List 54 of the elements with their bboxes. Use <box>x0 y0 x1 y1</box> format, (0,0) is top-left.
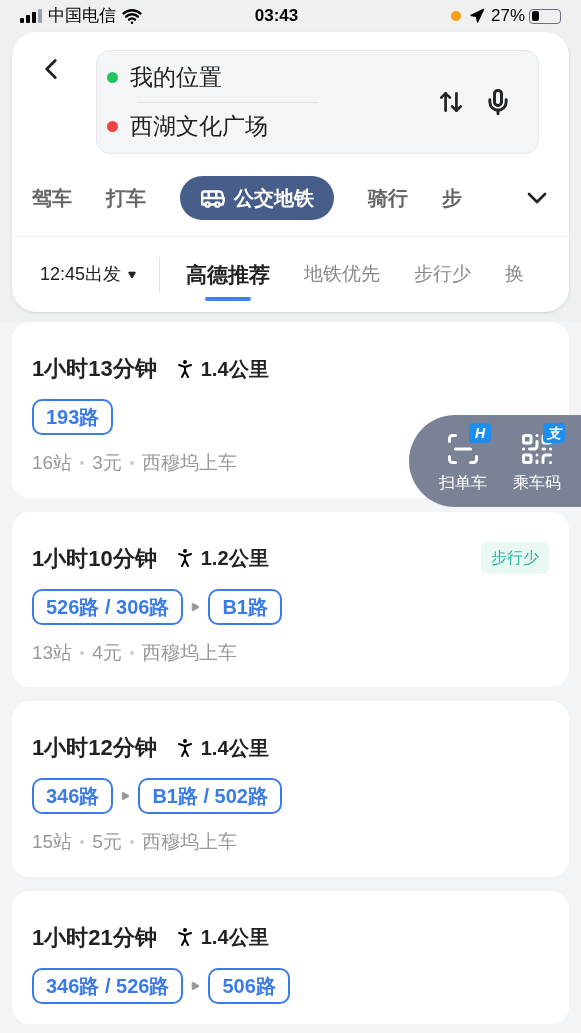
route-info-text: 5元 <box>92 830 122 854</box>
battery-icon <box>529 8 561 24</box>
duration-text: 1小时10分钟 <box>32 544 157 573</box>
transfer-arrow-icon <box>190 602 201 611</box>
route-info-text: 13站 <box>32 640 73 665</box>
wifi-icon <box>122 6 142 26</box>
transfer-arrow-icon <box>190 981 201 990</box>
route-info-text: 15站 <box>32 830 73 854</box>
bus-line-tag: 346路 / 526路 <box>32 967 184 1004</box>
destination-field[interactable]: 西湖文化广场 <box>130 109 268 144</box>
route-card[interactable]: 1小时21分钟 1.4公里 346路 / 526路 506路 <box>12 890 569 1024</box>
route-card[interactable]: 1小时10分钟 1.2公里 步行少 526路 / 306路 B1路 13站 4元 西穆坞上车 <box>12 511 569 687</box>
feature-tag: 步行少 <box>481 542 549 574</box>
departure-time-dropdown[interactable]: 12:45出发 <box>40 261 138 288</box>
sort-tab[interactable]: 高德推荐 <box>186 254 271 295</box>
transport-mode-tab[interactable]: 公交地铁 <box>180 176 334 220</box>
bus-line-tag: 526路 / 306路 <box>32 588 184 625</box>
clock-time: 03:43 <box>253 5 300 28</box>
walk-distance: 1.4公里 <box>200 356 269 382</box>
origin-field[interactable]: 我的位置 <box>130 60 222 95</box>
walk-distance: 1.4公里 <box>200 735 269 761</box>
sort-tab[interactable]: 步行少 <box>414 254 472 295</box>
app-badge: H <box>469 423 491 443</box>
transfer-arrow-icon <box>120 791 131 801</box>
sort-tab[interactable]: 换 <box>505 254 525 295</box>
route-info-text: 西穆坞上车 <box>141 830 237 854</box>
duration-text: 1小时12分钟 <box>32 734 157 762</box>
app-badge: 支 <box>543 423 565 443</box>
duration-text: 1小时13分钟 <box>32 355 157 383</box>
bus-line-tag: 193路 <box>32 399 114 435</box>
selected-tab-underline <box>205 296 252 301</box>
bus-line-tag: B1路 / 502路 <box>138 778 282 814</box>
bus-line-tag: 506路 <box>208 967 290 1004</box>
walk-distance: 1.4公里 <box>200 925 269 950</box>
bus-line-tag: 346路 <box>32 778 114 814</box>
transport-mode-tab[interactable]: 步 <box>442 183 462 213</box>
dropdown-caret-icon <box>127 270 138 279</box>
walk-distance: 1.2公里 <box>200 546 269 571</box>
route-info-text: 西穆坞上车 <box>141 451 237 475</box>
transport-mode-tab[interactable]: 驾车 <box>32 183 72 213</box>
sort-tab[interactable]: 地铁优先 <box>304 254 381 295</box>
route-info-text: 16站 <box>32 451 73 475</box>
carrier-name: 中国电信 <box>48 5 116 28</box>
location-arrow-icon <box>468 8 485 24</box>
transport-mode-tab[interactable]: 打车 <box>106 183 146 213</box>
duration-text: 1小时21分钟 <box>32 923 157 952</box>
transport-mode-tab[interactable]: 骑行 <box>368 183 408 213</box>
route-card[interactable]: 1小时12分钟 1.4公里 346路 B1路 / 502路 15站 5元 西穆坞上车 <box>12 701 569 877</box>
route-info-text: 西穆坞上车 <box>141 640 237 665</box>
bus-line-tag: B1路 <box>208 588 282 625</box>
signal-icon <box>20 9 42 23</box>
battery-percent: 27% <box>490 5 525 28</box>
route-info-text: 4元 <box>92 640 122 665</box>
route-info-text: 3元 <box>92 451 122 475</box>
